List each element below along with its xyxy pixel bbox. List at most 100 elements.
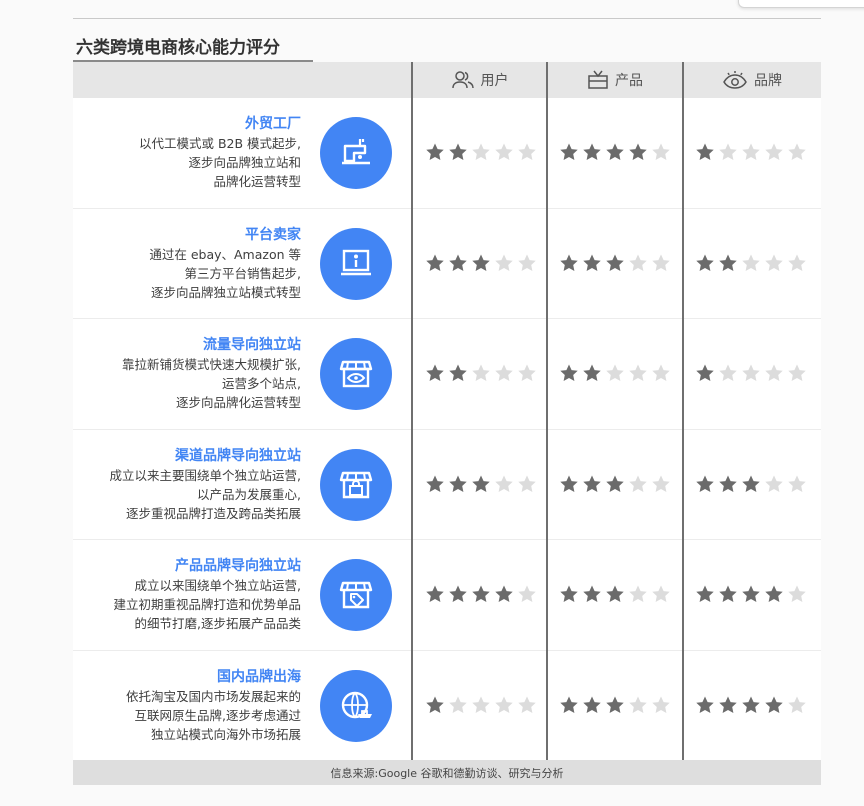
star-filled-icon (560, 143, 578, 160)
row-desc-line: 靠拉新铺货模式快速大规模扩张, (122, 357, 301, 372)
star-empty-icon (652, 364, 670, 381)
product-box-icon (588, 70, 608, 89)
category-badge (320, 227, 392, 300)
page-title: 六类跨境电商核心能力评分 (76, 38, 280, 58)
table-body: 外贸工厂 以代工模式或 B2B 模式起步, 逐步向品牌独立站和 品牌化运营转型 … (73, 98, 821, 761)
star-filled-icon (719, 254, 737, 271)
storefront-tag-icon (339, 581, 373, 609)
star-empty-icon (518, 475, 536, 492)
table-row: 流量导向独立站 靠拉新铺货模式快速大规模扩张, 运营多个站点, 逐步向品牌化运营… (73, 319, 821, 430)
rating-stars-product (559, 142, 671, 162)
star-empty-icon (788, 364, 806, 381)
row-description: 流量导向独立站 靠拉新铺货模式快速大规模扩张, 运营多个站点, 逐步向品牌化运营… (61, 335, 301, 412)
star-filled-icon (426, 364, 444, 381)
sewing-machine-icon (342, 139, 370, 165)
star-filled-icon (472, 475, 490, 492)
star-filled-icon (742, 475, 760, 492)
row-desc-line: 互联网原生品牌,逐步考虑通过 (134, 707, 301, 723)
column-divider (411, 62, 413, 760)
star-empty-icon (652, 585, 670, 602)
star-filled-icon (606, 254, 624, 271)
star-empty-icon (472, 143, 490, 160)
rating-stars-product (559, 363, 671, 383)
row-desc-line: 逐步向品牌化运营转型 (175, 395, 301, 410)
star-filled-icon (765, 696, 783, 713)
star-filled-icon (560, 475, 578, 492)
row-desc-line: 品牌化运营转型 (213, 174, 301, 189)
star-empty-icon (788, 585, 806, 602)
star-empty-icon (719, 364, 737, 381)
star-empty-icon (629, 475, 647, 492)
star-filled-icon (629, 143, 647, 160)
table-row: 国内品牌出海 依托淘宝及国内市场发展起来的 互联网原生品牌,逐步考虑通过 独立站… (73, 650, 821, 761)
star-empty-icon (788, 254, 806, 271)
star-empty-icon (629, 254, 647, 271)
rating-stars-brand (695, 253, 807, 273)
star-empty-icon (742, 254, 760, 271)
star-empty-icon (518, 254, 536, 271)
star-filled-icon (449, 254, 467, 271)
star-filled-icon (449, 585, 467, 602)
star-filled-icon (719, 585, 737, 602)
column-header-users: 用户 (412, 62, 547, 98)
star-empty-icon (788, 143, 806, 160)
users-icon (451, 71, 474, 89)
row-description: 平台卖家 通过在 ebay、Amazon 等 第三方平台销售起步, 逐步向品牌独… (61, 225, 301, 302)
star-filled-icon (606, 475, 624, 492)
star-filled-icon (426, 254, 444, 271)
star-empty-icon (606, 364, 624, 381)
rating-stars-users (425, 142, 537, 162)
column-divider (546, 62, 548, 760)
star-filled-icon (583, 254, 601, 271)
table-header: 用户 产品 品牌 (73, 62, 821, 98)
row-name: 流量导向独立站 (203, 337, 301, 353)
star-filled-icon (696, 475, 714, 492)
rating-stars-brand (695, 363, 807, 383)
column-divider (682, 62, 684, 760)
star-filled-icon (583, 143, 601, 160)
row-desc-line: 建立初期重视品牌打造和优势单品 (113, 597, 301, 612)
row-description: 外贸工厂 以代工模式或 B2B 模式起步, 逐步向品牌独立站和 品牌化运营转型 (61, 114, 301, 191)
star-empty-icon (742, 143, 760, 160)
star-filled-icon (583, 585, 601, 602)
category-badge (320, 448, 392, 521)
rating-stars-users (425, 253, 537, 273)
star-empty-icon (765, 364, 783, 381)
row-desc-line: 成立以来主要围绕单个独立站运营, (109, 467, 301, 483)
star-filled-icon (696, 254, 714, 271)
star-empty-icon (788, 696, 806, 713)
star-empty-icon (518, 364, 536, 381)
rating-stars-product (559, 474, 671, 494)
star-filled-icon (449, 475, 467, 492)
star-filled-icon (495, 585, 513, 602)
rating-stars-users (425, 474, 537, 494)
table-row: 产品品牌导向独立站 成立以来围绕单个独立站运营, 建立初期重视品牌打造和优势单品… (73, 540, 821, 651)
star-empty-icon (652, 143, 670, 160)
source-note: 信息来源:Google 谷歌和德勤访谈、研究与分析 (330, 766, 564, 780)
column-header-label: 产品 (615, 73, 643, 89)
rating-stars-users (425, 695, 537, 715)
row-desc-line: 成立以来围绕单个独立站运营, (134, 578, 301, 593)
star-empty-icon (765, 254, 783, 271)
star-filled-icon (696, 364, 714, 381)
star-empty-icon (652, 696, 670, 713)
star-filled-icon (560, 696, 578, 713)
star-empty-icon (518, 585, 536, 602)
star-empty-icon (518, 143, 536, 160)
star-filled-icon (583, 364, 601, 381)
laptop-user-icon (341, 249, 371, 275)
row-desc-line: 的细节打磨,逐步拓展产品品类 (134, 616, 301, 631)
star-filled-icon (606, 696, 624, 713)
rating-stars-brand (695, 142, 807, 162)
table-row: 外贸工厂 以代工模式或 B2B 模式起步, 逐步向品牌独立站和 品牌化运营转型 (73, 98, 821, 209)
row-name: 国内品牌出海 (217, 668, 301, 685)
rating-stars-product (559, 695, 671, 715)
row-desc-line: 以产品为发展重心, (197, 486, 301, 502)
star-empty-icon (495, 364, 513, 381)
star-filled-icon (696, 696, 714, 713)
star-filled-icon (696, 143, 714, 160)
star-empty-icon (472, 696, 490, 713)
star-filled-icon (426, 696, 444, 713)
star-empty-icon (495, 696, 513, 713)
star-filled-icon (742, 696, 760, 713)
